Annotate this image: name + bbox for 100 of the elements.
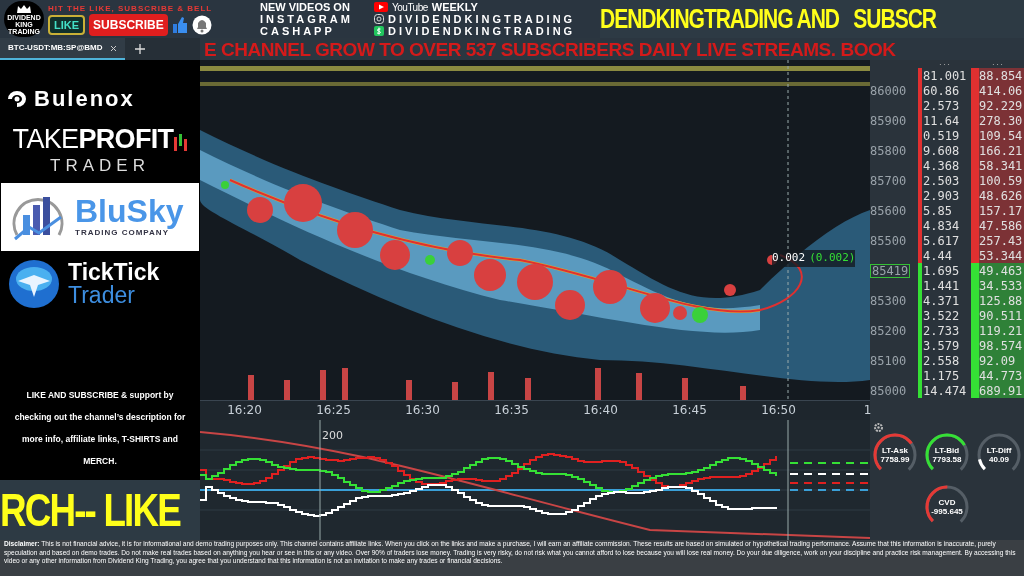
price-label: 86000	[870, 84, 907, 97]
cumulative-size-cell: 100.59	[979, 174, 1023, 187]
volume-bar	[525, 378, 531, 400]
trade-bubble	[221, 181, 229, 189]
sponsor-name: TickTick	[68, 260, 160, 284]
cumulative-size-cell: 119.21	[979, 324, 1023, 337]
volume-bar	[406, 380, 412, 400]
cumulative-size-cell: 47.586	[979, 219, 1023, 232]
dollar-icon	[374, 26, 384, 36]
ask-size-cell: 4.368	[922, 159, 960, 172]
ask-size-cell: 4.834	[922, 219, 960, 232]
volume-bar	[342, 368, 348, 400]
last-trade-size: 0.002	[772, 250, 806, 266]
volume-bar	[248, 375, 254, 400]
promo-message: LIKE AND SUBSCRIBE & support by checking out the channel’s description for more info, affiliate links, T-SHIRTS and MERCH.	[13, 389, 187, 468]
play-icon	[374, 2, 388, 12]
bid-size-cell: 3.522	[922, 309, 960, 322]
cumulative-size-cell: 53.344	[979, 249, 1023, 262]
volume-bar	[452, 382, 458, 400]
news-ticker-text: E CHANNEL GROW TO OVER 537 SUBSCRIBERS DAILY LIVE STREAMS. BOOK	[204, 39, 896, 59]
candlestick-icon	[173, 131, 188, 153]
gauge-label: CVD	[938, 497, 956, 507]
scrolling-banner-text: RCH-- LIKE	[0, 487, 180, 533]
volume-bar	[320, 370, 326, 400]
ask-size-cell: 11.64	[922, 114, 960, 127]
price-label: 85300	[870, 294, 907, 307]
cumulative-size-cell: 90.511	[979, 309, 1023, 322]
cumulative-size-cell: 92.229	[979, 99, 1023, 112]
subscribe-button[interactable]: SUBSCRIBE	[89, 13, 168, 36]
youtube-label: YouTube	[392, 1, 428, 13]
ask-size-cell: 81.001	[922, 69, 967, 82]
new-tab-button[interactable]	[133, 42, 148, 56]
sponsor-name: Bulenox	[34, 88, 135, 110]
trade-bubble	[673, 306, 687, 320]
bid-size-cell: 1.175	[922, 369, 960, 382]
handle-text: DIVIDENDKINGTRADING	[388, 13, 576, 25]
cumulative-size-cell: 48.626	[979, 189, 1023, 202]
ask-size-cell: 2.503	[922, 174, 960, 187]
bid-size-cell: 14.474	[922, 384, 967, 397]
volume-bar	[284, 380, 290, 400]
bell-icon	[191, 14, 212, 35]
tab[interactable]: BTC-USDT:MB:SP@BMD	[0, 38, 126, 60]
trade-bubble	[640, 293, 670, 323]
handle-text: DIVIDENDKINGTRADING	[388, 25, 576, 37]
close-icon	[110, 44, 118, 52]
cumulative-size-cell: 109.54	[979, 129, 1023, 142]
price-label: 85900	[870, 114, 907, 127]
volume-bar	[595, 368, 601, 400]
cumulative-size-cell: 257.43	[979, 234, 1023, 247]
plus-icon	[135, 44, 146, 54]
last-trade-total: (0.002)	[809, 250, 856, 266]
trade-bubble	[247, 197, 273, 223]
sponsor-name: BluSky	[75, 194, 184, 227]
cumulative-size-cell: 49.463	[979, 264, 1023, 277]
trade-bubble	[517, 264, 553, 300]
scale-label: 200	[322, 428, 343, 444]
cumulative-size-cell: 98.574	[979, 339, 1023, 352]
trade-bubble	[425, 255, 435, 265]
ask-size-cell: 0.519	[922, 129, 960, 142]
cumulative-size-cell: 278.30	[979, 114, 1023, 127]
current-price-label: 85419	[870, 263, 911, 278]
cumulative-size-cell: 88.854	[979, 69, 1023, 82]
time-axis-label: 16:35	[494, 402, 529, 419]
volume-bar	[636, 373, 642, 400]
settings-icon	[873, 422, 884, 433]
info-label: NEW VIDEOS ON	[260, 1, 351, 13]
gauge-value: 7793.58	[932, 454, 962, 465]
trade-bubble	[474, 259, 506, 291]
cumulative-size-cell: 44.773	[979, 369, 1023, 382]
ask-size-cell: 60.86	[922, 84, 960, 97]
trade-bubble	[593, 270, 627, 304]
sponsor-subtitle: Trader	[68, 283, 136, 307]
cumulative-size-cell: 689.91	[979, 384, 1023, 397]
ask-size-cell: 4.44	[922, 249, 952, 262]
trade-bubble	[724, 284, 736, 296]
cumulative-size-cell: 125.88	[979, 294, 1023, 307]
trade-bubble	[380, 240, 410, 270]
thumbs-up-icon	[171, 15, 188, 34]
time-axis-label: 16:45	[672, 402, 707, 419]
crown-icon	[16, 3, 32, 14]
cumulative-size-cell: 157.17	[979, 204, 1023, 217]
gauge-label: LT-Bid	[934, 445, 960, 455]
scrolling-banner-text: DENDKINGTRADING AND SUBSCR	[600, 5, 936, 33]
ask-size-cell: 2.903	[922, 189, 960, 202]
trade-bubble	[447, 240, 473, 266]
time-axis-label: 16:50	[761, 402, 796, 419]
camera-icon	[374, 14, 384, 24]
like-button[interactable]: LIKE	[48, 14, 86, 35]
bid-size-cell: 4.371	[922, 294, 960, 307]
bid-size-cell: 3.579	[922, 339, 960, 352]
trade-bubble	[692, 307, 708, 323]
gauge-label: LT-Ask	[881, 445, 909, 455]
bid-size-cell: 1.695	[922, 264, 960, 277]
price-label: 85100	[870, 354, 907, 367]
time-axis-label: 1	[863, 402, 872, 419]
trade-bubble	[337, 212, 373, 248]
time-axis-label: 16:40	[583, 402, 618, 419]
schedule-text: WEEKLY	[431, 1, 478, 13]
cumulative-size-cell: 58.341	[979, 159, 1023, 172]
price-label: 85700	[870, 174, 907, 187]
